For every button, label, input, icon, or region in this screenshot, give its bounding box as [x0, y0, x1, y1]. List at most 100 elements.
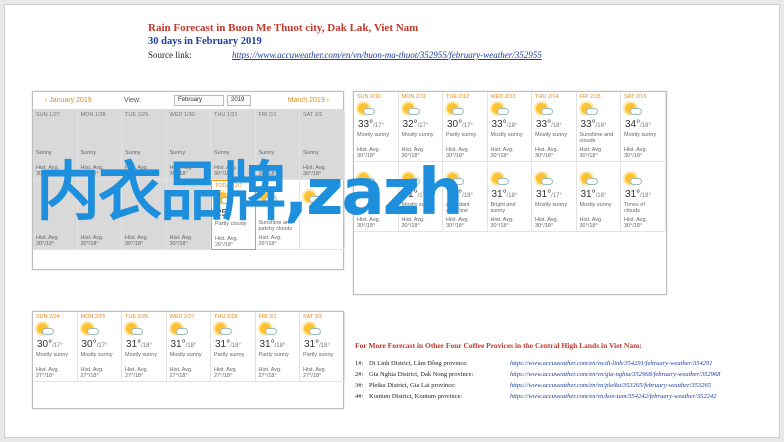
high-temp: 30°/17°: [447, 119, 473, 130]
day-cell[interactable]: SUN 2/10 33°/17° Mostly sunny Hist. Avg. 30…: [354, 92, 399, 162]
day-label: SAT 2/16: [624, 94, 647, 100]
prev-month-link[interactable]: ‹ January 2019: [45, 97, 92, 104]
hist-avg: Hist. Avg. 26°/18°: [258, 235, 282, 247]
sun-cloud-icon: [580, 103, 598, 115]
day-cell[interactable]: THU 2/14 33°/18° Mostly sunny Hist. Avg. 30…: [532, 92, 577, 162]
day-cell[interactable]: SUN 2/24 30°/17° Mostly sunny Hist. Avg. 27…: [33, 312, 78, 382]
high-temp: 31°/18°: [215, 339, 241, 350]
watermark-text: 内衣品牌,zazh: [36, 156, 464, 230]
high-temp: 31°/18°: [580, 189, 607, 200]
calendar-header: ‹ January 2019 View: February 2019 March…: [33, 92, 343, 110]
sun-cloud-icon: [126, 323, 143, 335]
high-temp: 33°/18°: [536, 119, 562, 130]
page-subtitle: 30 days in February 2019: [148, 36, 262, 47]
hist-avg: Hist. Avg. 30°/18°: [490, 147, 514, 159]
day-cell[interactable]: WED 2/27 31°/18° Mostly sunny Hist. Avg. 27…: [166, 312, 211, 382]
more-forecast-row: 1#: Di Linh District, Lâm Đồng province: h…: [355, 358, 720, 369]
high-temp: 32°/17°: [402, 119, 429, 130]
hist-avg: Hist. Avg. 30°/18°: [579, 147, 603, 159]
hist-avg: Hist. Avg. 27°/18°: [303, 367, 327, 379]
next-month-link[interactable]: March 2019 ›: [288, 97, 329, 104]
weather-desc: Mostly sunny: [490, 132, 523, 138]
hist-avg: Hist. Avg. 27°/18°: [36, 367, 60, 379]
sun-cloud-icon: [81, 323, 99, 335]
source-line: Source link: https://www.accuweather.com…: [148, 49, 542, 62]
row-name: Pleiku District, Gia Lai province:: [369, 382, 456, 389]
hist-avg: Hist. Avg. 30°/18°: [125, 235, 149, 247]
weather-desc: Mostly sunny: [169, 352, 202, 358]
more-forecast-title: For More Forecast in Other Four Coffee P…: [355, 341, 642, 350]
row-link[interactable]: https://www.accuweather.com/en/vn/gia-ng…: [510, 369, 720, 380]
more-forecast-row: 3#: Pleiku District, Gia Lai province: htt…: [355, 380, 720, 391]
weather-desc: Mostly sunny: [535, 202, 568, 208]
hist-avg: Hist. Avg. 27°/18°: [214, 367, 238, 379]
hist-avg: Hist. Avg. 27°/18°: [125, 367, 149, 379]
day-label: SUN 2/24: [36, 314, 60, 320]
calendar-grid-3: SUN 2/24 30°/17° Mostly sunny Hist. Avg. 27…: [33, 312, 345, 382]
document-page: Rain Forecast in Buon Me Thuot city, Dak…: [4, 4, 780, 438]
weather-desc: Mostly sunny: [535, 132, 568, 138]
weather-desc: Mostly sunny: [624, 132, 657, 138]
weather-desc: Partly sunny: [303, 352, 334, 358]
day-cell[interactable]: TUE 2/26 31°/18° Mostly sunny Hist. Avg. 27…: [122, 312, 167, 382]
row-link[interactable]: https://www.accuweather.com/en/vn/pleiku…: [510, 380, 711, 391]
weather-desc: Mostly sunny: [36, 352, 69, 358]
day-cell[interactable]: FRI 3/1 31°/18° Partly sunny Hist. Avg. 27°…: [255, 312, 300, 382]
day-cell[interactable]: WED 2/13 33°/18° Mostly sunny Hist. Avg. 30…: [487, 92, 532, 162]
day-label: FRI 2/1: [258, 112, 277, 118]
weather-desc: Partly sunny: [446, 132, 477, 138]
hist-avg: Hist. Avg. 30°/18°: [36, 235, 60, 247]
month-select[interactable]: February: [174, 95, 224, 106]
row-link[interactable]: https://www.accuweather.com/en/vn/kon-tu…: [510, 391, 716, 402]
day-label: MON 1/28: [80, 112, 106, 118]
day-cell[interactable]: 31°/18° Mostly sunny Hist. Avg. 30°/18°: [576, 162, 621, 232]
day-label: THU 1/31: [214, 112, 238, 118]
day-cell[interactable]: THU 2/28 31°/18° Partly sunny Hist. Avg. 27…: [211, 312, 256, 382]
day-label: SUN 1/27: [36, 112, 60, 118]
day-cell[interactable]: 31°/17° Mostly sunny Hist. Avg. 30°/18°: [532, 162, 577, 232]
day-cell[interactable]: 31°/18° Times of clouds Hist. Avg. 30°/18°: [621, 162, 666, 232]
high-temp: 31°/18°: [304, 339, 330, 350]
row-link[interactable]: https://www.accuweather.com/en/vn/di-lin…: [510, 358, 712, 369]
year-select[interactable]: 2019: [227, 95, 251, 106]
day-label: MON 2/25: [80, 314, 106, 320]
day-cell[interactable]: SAT 3/2 31°/18° Partly sunny Hist. Avg. 27°…: [300, 312, 345, 382]
source-link[interactable]: https://www.accuweather.com/en/vn/buon-m…: [232, 50, 542, 60]
more-forecast-row: 2#: Gia Nghia District, Dak Nong province…: [355, 369, 720, 380]
weather-desc: Times of clouds: [624, 202, 645, 214]
page-title: Rain Forecast in Buon Me Thuot city, Dak…: [148, 22, 419, 34]
header: Rain Forecast in Buon Me Thuot city, Dak…: [148, 21, 542, 62]
hist-avg: Hist. Avg. 26°/18°: [215, 236, 239, 248]
calendar-panel-3: SUN 2/24 30°/17° Mostly sunny Hist. Avg. 27…: [32, 311, 345, 409]
day-label: TUE 2/26: [125, 314, 149, 320]
day-label: WED 1/30: [169, 112, 195, 118]
weather-desc: Sunshine and clouds: [579, 132, 614, 144]
hist-avg: Hist. Avg. 27°/18°: [169, 367, 193, 379]
high-temp: 34°/18°: [625, 119, 651, 130]
weather-desc: Partly sunny: [258, 352, 289, 358]
row-number: 3#:: [355, 382, 364, 389]
day-cell[interactable]: 31°/18° Bright and sunny Hist. Avg. 30°/18…: [487, 162, 532, 232]
day-cell[interactable]: TUE 2/12 30°/17° Partly sunny Hist. Avg. 30…: [443, 92, 488, 162]
high-temp: 31°/17°: [536, 189, 562, 200]
day-cell[interactable]: MON 2/25 30°/17° Mostly sunny Hist. Avg. 27…: [77, 312, 122, 382]
day-cell[interactable]: SAT 2/16 34°/18° Mostly sunny Hist. Avg. 30…: [621, 92, 666, 162]
high-temp: 33°/18°: [491, 119, 518, 130]
day-label: THU 2/28: [214, 314, 238, 320]
hist-avg: Hist. Avg. 30°/18°: [579, 217, 603, 229]
weather-desc: Mostly sunny: [357, 132, 390, 138]
high-temp: 33°/18°: [580, 119, 607, 130]
hist-avg: Hist. Avg. 30°/18°: [535, 147, 559, 159]
hist-avg: Hist. Avg. 30°/18°: [169, 235, 193, 247]
day-cell[interactable]: MON 2/11 32°/17° Mostly sunny Hist. Avg. 30…: [398, 92, 443, 162]
source-label: Source link:: [148, 50, 192, 60]
high-temp: 30°/17°: [37, 339, 63, 350]
day-cell[interactable]: FRI 2/15 33°/18° Sunshine and clouds Hist. …: [576, 92, 621, 162]
day-label: SAT 2/2: [303, 112, 323, 118]
sun-cloud-icon: [402, 103, 420, 115]
day-label: SUN 2/10: [357, 94, 381, 100]
more-forecast-list: 1#: Di Linh District, Lâm Đồng province: h…: [355, 358, 720, 402]
day-label: FRI 2/15: [579, 94, 601, 100]
hist-avg: Hist. Avg. 27°/18°: [258, 367, 282, 379]
day-label: WED 2/27: [169, 314, 195, 320]
